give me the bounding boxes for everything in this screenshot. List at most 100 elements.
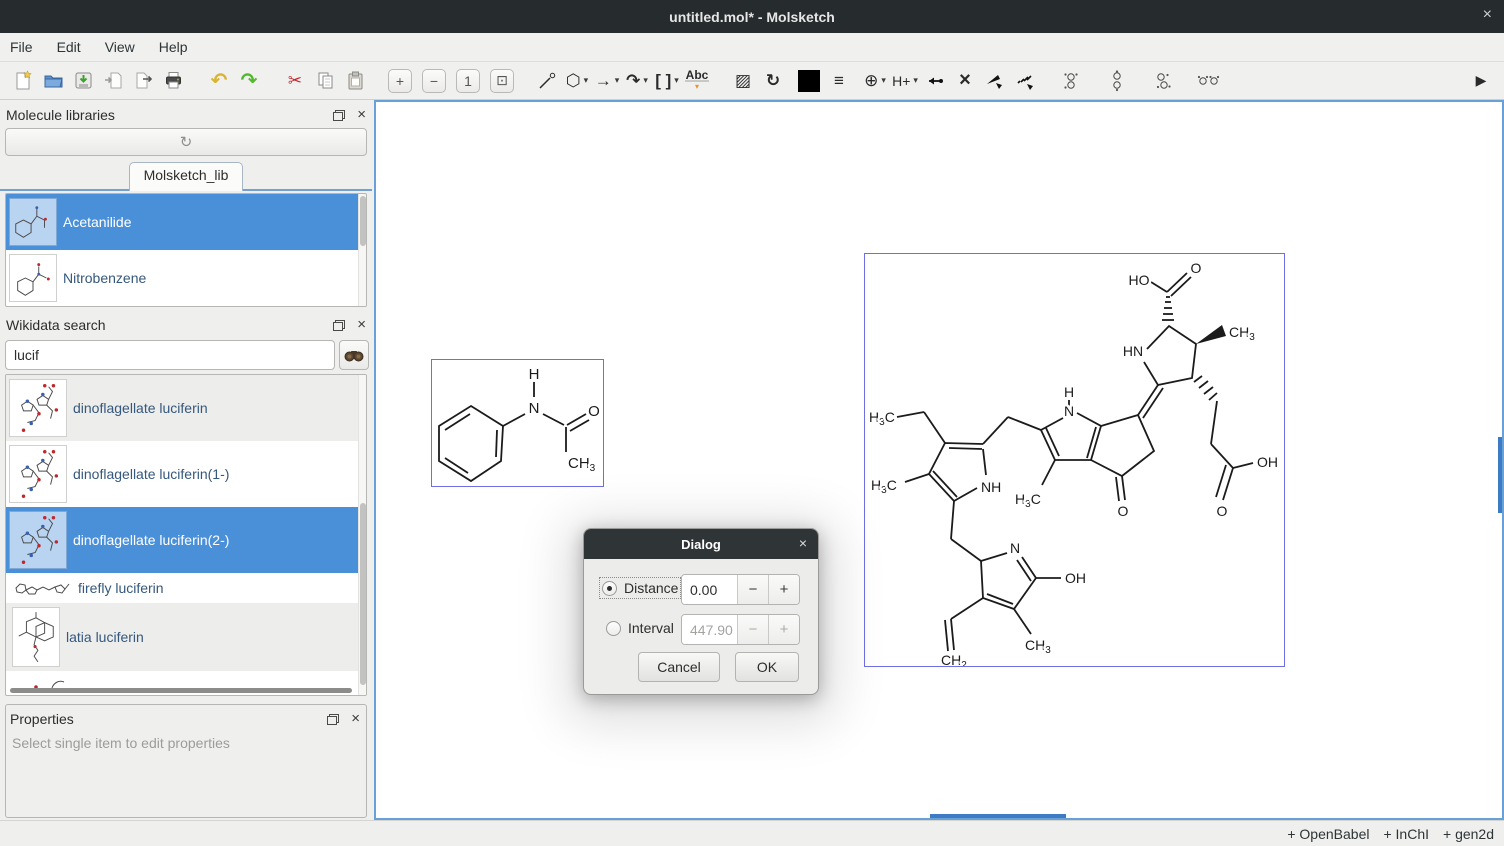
atom-label: N (1010, 540, 1020, 556)
result-dinoflagellate-luciferin[interactable]: dinoflagellate luciferin (6, 375, 366, 441)
distance-radio[interactable] (602, 581, 617, 596)
canvas-horizontal-scrollbar[interactable] (930, 814, 1066, 818)
chevron-down-icon[interactable]: ▾ (881, 75, 886, 86)
toolbar-overflow-button[interactable]: ▶ (1466, 66, 1496, 96)
zoom-in-button[interactable]: + (388, 69, 412, 93)
menu-file[interactable]: File (10, 39, 33, 55)
molecule-acetanilide[interactable]: H N O CH3 (431, 359, 604, 487)
zoom-fit-button[interactable]: ⊡ (490, 69, 514, 93)
line-width-button[interactable]: ≡ (824, 66, 854, 96)
close-panel-icon[interactable]: × (351, 713, 360, 725)
distance-decrement-button[interactable]: − (737, 575, 768, 604)
chain-tool-1[interactable] (1056, 66, 1086, 96)
molecule-chain-icon (1153, 70, 1173, 92)
chain-tool-3[interactable] (1148, 66, 1178, 96)
chevron-down-icon[interactable]: ▾ (615, 75, 620, 86)
dialog-title-bar[interactable]: Dialog × (584, 529, 818, 559)
draw-bond-tool[interactable] (532, 66, 562, 96)
redo-button[interactable]: ↷ (234, 66, 264, 96)
wikidata-list-scrollbar[interactable] (358, 375, 366, 695)
redo-icon: ↷ (241, 68, 258, 93)
ok-button[interactable]: OK (735, 652, 799, 682)
paste-button[interactable] (340, 66, 370, 96)
text-tool[interactable]: Abc▾ (682, 66, 712, 96)
molecule-thumbnail (12, 579, 72, 597)
result-firefly-luciferin[interactable]: firefly luciferin (6, 573, 366, 603)
result-dinoflagellate-luciferin-1[interactable]: dinoflagellate luciferin(1-) (6, 441, 366, 507)
float-panel-icon[interactable] (333, 320, 345, 331)
status-bar: + OpenBabel + InChI + gen2d (0, 820, 1504, 846)
wikidata-horizontal-scrollbar[interactable] (10, 688, 352, 693)
library-item-acetanilide[interactable]: Acetanilide (6, 194, 366, 250)
atom-label: O (1217, 503, 1228, 519)
interval-radio-group[interactable]: Interval (606, 620, 674, 636)
distance-value[interactable]: 0.00 (682, 575, 737, 604)
dialog-close-icon[interactable]: × (799, 535, 807, 551)
library-list-scrollbar[interactable] (358, 194, 366, 306)
result-latia-luciferin[interactable]: latia luciferin (6, 603, 366, 671)
cancel-button[interactable]: Cancel (638, 652, 720, 682)
menu-help[interactable]: Help (159, 39, 188, 55)
chain-tool-2[interactable] (1102, 66, 1132, 96)
hash-bond-icon (1015, 70, 1036, 91)
delete-tool[interactable]: × (950, 66, 980, 96)
area-select-tool[interactable]: ▨ (728, 66, 758, 96)
distance-increment-button[interactable]: + (768, 575, 799, 604)
hydrogen-tool[interactable]: H+▾ (890, 66, 920, 96)
save-button[interactable] (68, 66, 98, 96)
zoom-out-button[interactable]: − (422, 69, 446, 93)
interval-value[interactable]: 447.90 (682, 615, 737, 644)
interval-radio[interactable] (606, 621, 621, 636)
zoom-original-button[interactable]: 1 (456, 69, 480, 93)
chevron-down-icon[interactable]: ▾ (674, 75, 679, 86)
interval-increment-button[interactable]: + (768, 615, 799, 644)
library-item-nitrobenzene[interactable]: Nitrobenzene (6, 250, 366, 306)
canvas-vertical-scrollbar[interactable] (1498, 437, 1502, 513)
rotate-tool[interactable]: ↻ (758, 66, 788, 96)
distance-radio-group[interactable]: Distance (602, 580, 678, 596)
chevron-down-icon[interactable]: ▾ (913, 75, 918, 86)
float-panel-icon[interactable] (333, 110, 345, 121)
atom-label: H (1064, 384, 1074, 400)
print-button[interactable] (158, 66, 188, 96)
mechanism-arrow-tool[interactable]: ↷▾ (622, 66, 652, 96)
export-button[interactable] (128, 66, 158, 96)
color-swatch-button[interactable] (794, 66, 824, 96)
charge-tool[interactable]: ⊕▾ (860, 66, 890, 96)
connect-hydrogen-tool[interactable] (920, 66, 950, 96)
copy-button[interactable] (310, 66, 340, 96)
close-panel-icon[interactable]: × (357, 109, 366, 121)
wikidata-search-button[interactable] (339, 340, 369, 370)
main-toolbar: ↶ ↷ ✂ + − 1 ⊡ ⬡▾ →▾ ↷▾ [ ]▾ Abc▾ ▨ ↻ ≡ ⊕… (0, 62, 1504, 100)
hash-bond-tool[interactable] (1010, 66, 1040, 96)
import-button[interactable] (98, 66, 128, 96)
atom-label: O (1118, 503, 1129, 519)
wedge-bond-tool[interactable] (980, 66, 1010, 96)
result-dinoflagellate-luciferin-2[interactable]: dinoflagellate luciferin(2-) (6, 507, 366, 573)
wikidata-search-input[interactable]: lucif (5, 340, 335, 370)
chain-tool-4[interactable] (1194, 66, 1224, 96)
molecule-dinoflagellate-luciferin[interactable]: HO O CH3 HN H N H3C H3C NH H3C O OH O OH… (864, 253, 1285, 667)
atom-label: H (529, 366, 540, 383)
reaction-arrow-tool[interactable]: →▾ (592, 66, 622, 96)
menu-edit[interactable]: Edit (57, 39, 81, 55)
interval-decrement-button[interactable]: − (737, 615, 768, 644)
cut-button[interactable]: ✂ (280, 66, 310, 96)
drawing-canvas[interactable]: H N O CH3 (374, 100, 1504, 820)
tab-molsketch-lib[interactable]: Molsketch_lib (129, 162, 244, 191)
undo-button[interactable]: ↶ (204, 66, 234, 96)
interval-label: Interval (628, 620, 674, 636)
overflow-arrow-icon: ▶ (1476, 72, 1487, 89)
brackets-tool[interactable]: [ ]▾ (652, 66, 682, 96)
atom-label: O (1191, 260, 1202, 276)
new-file-button[interactable] (8, 66, 38, 96)
float-panel-icon[interactable] (327, 714, 339, 725)
close-panel-icon[interactable]: × (357, 319, 366, 331)
window-close-icon[interactable]: × (1483, 7, 1492, 23)
open-file-button[interactable] (38, 66, 68, 96)
refresh-libraries-button[interactable]: ↻ (5, 128, 367, 156)
chevron-down-icon[interactable]: ▾ (643, 75, 648, 86)
chevron-down-icon[interactable]: ▾ (584, 75, 589, 86)
ring-tool[interactable]: ⬡▾ (562, 66, 592, 96)
menu-view[interactable]: View (105, 39, 135, 55)
